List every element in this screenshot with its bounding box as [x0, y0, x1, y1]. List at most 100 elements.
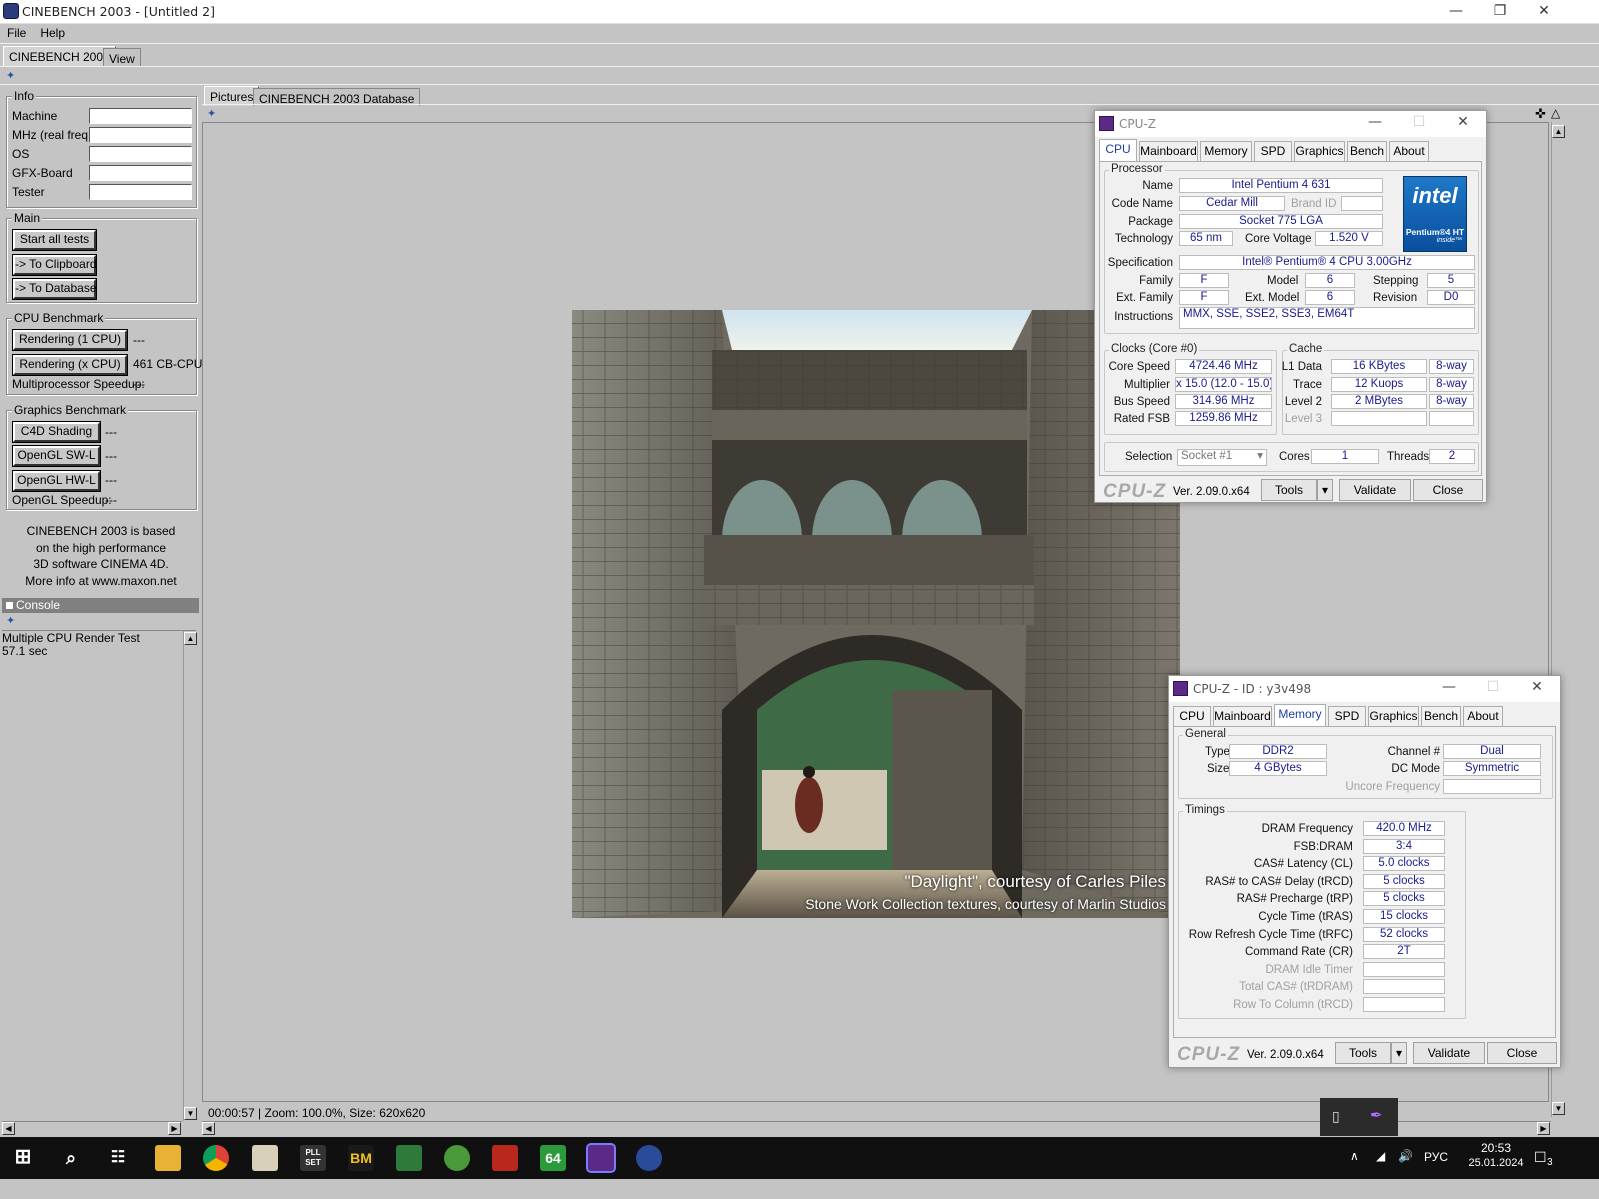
cpuz2-tab-about[interactable]: About — [1463, 706, 1503, 726]
xbox-icon[interactable] — [444, 1145, 470, 1171]
to-database-button[interactable]: -> To Database — [12, 278, 97, 300]
cpuz1-tab-about[interactable]: About — [1389, 141, 1429, 161]
cpuz1-tab-bench[interactable]: Bench — [1347, 141, 1387, 161]
timings-legend: Timings — [1183, 804, 1227, 816]
package-value: Socket 775 LGA — [1179, 214, 1383, 229]
cpuz2-close-button[interactable]: ✕ — [1517, 679, 1557, 695]
opengl-hw-button[interactable]: OpenGL HW-L — [12, 470, 101, 492]
pictures-pin-icon[interactable]: ✦ — [207, 108, 221, 120]
cpuz2-tab-mainboard[interactable]: Mainboard — [1213, 706, 1272, 726]
setfsb-icon[interactable]: PLL SET — [300, 1145, 326, 1171]
cpuz1-footer: CPU-Z Ver. 2.09.0.x64 Tools ▾ Validate C… — [1099, 479, 1483, 503]
cpuz1-tab-graphics[interactable]: Graphics — [1294, 141, 1345, 161]
warning-icon[interactable]: △ — [1551, 106, 1560, 120]
cpuz2-tab-graphics[interactable]: Graphics — [1368, 706, 1419, 726]
os-field[interactable] — [89, 146, 192, 162]
cpuz1-tab-cpu[interactable]: CPU — [1099, 139, 1137, 161]
cpuz1-close-button[interactable]: ✕ — [1443, 114, 1483, 130]
gfx-field[interactable] — [89, 165, 192, 181]
app-icon[interactable] — [252, 1145, 278, 1171]
maximize-button[interactable]: ❐ — [1478, 0, 1522, 22]
cpuz2-maximize-button[interactable]: ☐ — [1473, 679, 1513, 695]
scroll-down-icon[interactable]: ▼ — [184, 1107, 197, 1120]
cpuz2-validate-button[interactable]: Validate — [1413, 1042, 1485, 1064]
task-view-icon[interactable]: ☷ — [105, 1145, 131, 1171]
explorer-icon[interactable] — [155, 1145, 181, 1171]
tab-pictures[interactable]: Pictures — [204, 86, 260, 106]
cpuz2-tools-dropdown-icon[interactable]: ▾ — [1391, 1042, 1407, 1064]
cpuz1-tab-spd[interactable]: SPD — [1254, 141, 1292, 161]
cpuz2-minimize-button[interactable]: — — [1429, 679, 1469, 695]
core-speed-label: Core Speed — [1108, 361, 1170, 373]
machine-field[interactable] — [89, 108, 192, 124]
socket-select[interactable]: Socket #1 ▾ — [1177, 449, 1267, 466]
opengl-sw-button[interactable]: OpenGL SW-L — [12, 445, 101, 467]
rendering-1cpu-button[interactable]: Rendering (1 CPU) — [12, 329, 128, 351]
bm-icon[interactable]: BM — [348, 1145, 374, 1171]
tab-cinebench[interactable]: CINEBENCH 2003 — [3, 46, 116, 66]
notification-icon[interactable]: ☐ — [1534, 1149, 1547, 1166]
console-hscrollbar[interactable]: ◀ ▶ — [2, 1121, 182, 1135]
cpuz2-tab-memory[interactable]: Memory — [1274, 704, 1326, 726]
intel-pentium4-logo: intel Pentium®4 HT inside™ — [1403, 176, 1467, 252]
l1-data-ways: 8-way — [1429, 359, 1474, 374]
minimize-button[interactable]: — — [1434, 0, 1478, 22]
menu-file[interactable]: File — [0, 24, 33, 40]
console-collapse-icon[interactable] — [6, 602, 13, 609]
mem-size-value: 4 GBytes — [1229, 761, 1327, 776]
volume-icon[interactable]: 🔊 — [1398, 1149, 1413, 1163]
cpuz2-tab-bench[interactable]: Bench — [1421, 706, 1461, 726]
gpu-icon[interactable] — [396, 1145, 422, 1171]
rendering-xcpu-button[interactable]: Rendering (x CPU) — [12, 354, 128, 376]
cinebench-icon[interactable] — [636, 1145, 662, 1171]
start-icon[interactable]: ⊞ — [10, 1145, 36, 1171]
aida64-icon[interactable]: 64 — [540, 1145, 566, 1171]
cpuz1-tools-button[interactable]: Tools — [1261, 479, 1317, 501]
cpuz1-tab-mainboard[interactable]: Mainboard — [1139, 141, 1198, 161]
pic-scroll-down-icon[interactable]: ▼ — [1552, 1102, 1565, 1115]
pic-scroll-left-icon[interactable]: ◀ — [202, 1122, 215, 1135]
pic-scroll-up-icon[interactable]: ▲ — [1552, 125, 1565, 138]
to-clipboard-button[interactable]: -> To Clipboard — [12, 254, 97, 276]
cpuz1-maximize-button[interactable]: ☐ — [1399, 114, 1439, 130]
timing-label: FSB:DRAM — [1293, 840, 1353, 853]
start-all-tests-button[interactable]: Start all tests — [12, 229, 97, 251]
language-indicator[interactable]: РУС — [1424, 1150, 1448, 1164]
console-pin-icon[interactable]: ✦ — [6, 615, 20, 627]
cpu-benchmark-group: CPU Benchmark Rendering (1 CPU) --- Rend… — [6, 311, 202, 395]
cpuz-icon[interactable] — [586, 1143, 616, 1173]
feather-icon[interactable]: ✒ — [1370, 1106, 1383, 1124]
network-icon[interactable]: ◢ — [1376, 1149, 1385, 1163]
cpuz2-tab-cpu[interactable]: CPU — [1173, 706, 1211, 726]
scroll-left-icon[interactable]: ◀ — [2, 1122, 15, 1135]
console-vscrollbar[interactable]: ▲ ▼ — [183, 631, 197, 1121]
tab-view[interactable]: View — [103, 48, 141, 66]
brand-id-value — [1341, 196, 1383, 211]
cpuz2-tab-spd[interactable]: SPD — [1328, 706, 1366, 726]
cpuz1-close-footer-button[interactable]: Close — [1413, 479, 1483, 501]
search-icon[interactable]: ⌕ — [58, 1145, 84, 1171]
cpuz2-tools-button[interactable]: Tools — [1335, 1042, 1391, 1064]
cpuz1-tools-dropdown-icon[interactable]: ▾ — [1317, 479, 1333, 501]
move-icon[interactable]: ✜ — [1535, 106, 1546, 122]
about-line: on the high performance — [35, 540, 167, 555]
cpuz2-close-footer-button[interactable]: Close — [1487, 1042, 1557, 1064]
clock[interactable]: 20:53 25.01.2024 — [1466, 1141, 1526, 1169]
pin-icon[interactable]: ✦ — [6, 70, 20, 82]
cpuz1-validate-button[interactable]: Validate — [1339, 479, 1411, 501]
pic-scroll-right-icon[interactable]: ▶ — [1537, 1122, 1550, 1135]
usb-icon[interactable]: ▯ — [1332, 1108, 1340, 1125]
console-header[interactable]: Console — [2, 598, 199, 613]
mhz-field[interactable] — [89, 127, 192, 143]
close-button[interactable]: ✕ — [1522, 0, 1566, 22]
c4d-shading-button[interactable]: C4D Shading — [12, 421, 101, 443]
furmark-icon[interactable] — [492, 1145, 518, 1171]
scroll-right-icon[interactable]: ▶ — [168, 1122, 181, 1135]
cpuz1-tab-memory[interactable]: Memory — [1200, 141, 1252, 161]
scroll-up-icon[interactable]: ▲ — [184, 632, 197, 645]
cpuz1-minimize-button[interactable]: — — [1355, 114, 1395, 130]
chrome-icon[interactable] — [203, 1145, 229, 1171]
menu-help[interactable]: Help — [33, 24, 72, 40]
tray-chevron-icon[interactable]: ∧ — [1350, 1149, 1359, 1163]
tester-field[interactable] — [89, 184, 192, 200]
